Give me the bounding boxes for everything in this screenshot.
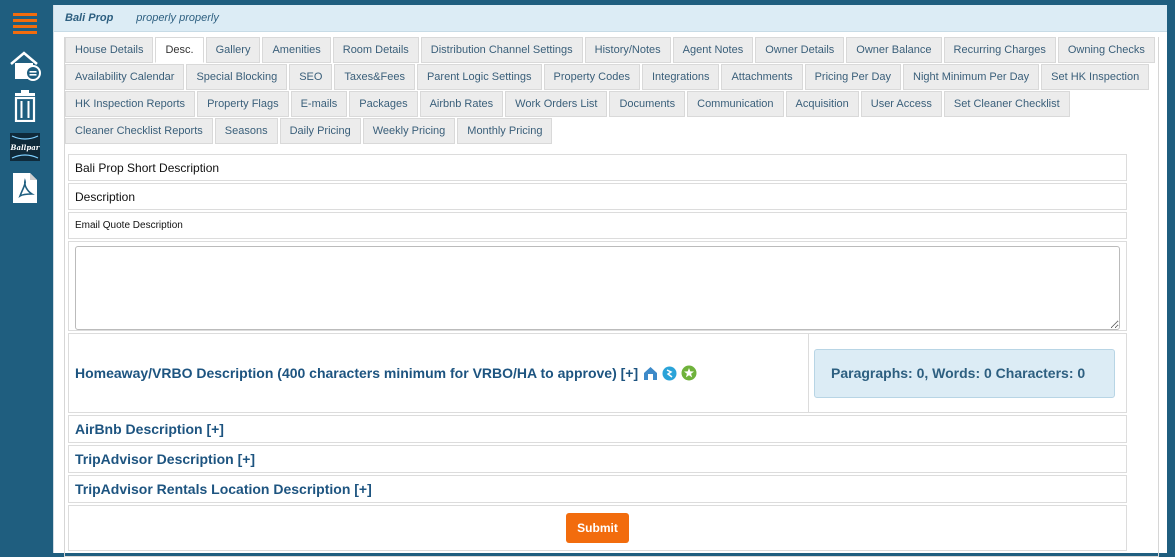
tab-agent-notes[interactable]: Agent Notes xyxy=(672,37,754,63)
tripadvisor-rentals-section[interactable]: TripAdvisor Rentals Location Description… xyxy=(68,475,1127,503)
tab-work-orders-list[interactable]: Work Orders List xyxy=(505,91,608,117)
description-panel: Bali Prop Short Description Description … xyxy=(68,154,1127,551)
tab-airbnb-rates[interactable]: Airbnb Rates xyxy=(419,91,504,117)
logo-text: Ballpar xyxy=(10,143,41,152)
vrbo-icon[interactable] xyxy=(662,366,677,381)
tab-hk-inspection-reports[interactable]: HK Inspection Reports xyxy=(65,91,196,117)
content-area: House Details Desc. Gallery Amenities Ro… xyxy=(64,37,1159,557)
vrbo-label: Homeaway/VRBO Description (400 character… xyxy=(75,365,639,381)
property-name: Bali Prop xyxy=(65,12,114,24)
email-quote-row: Email Quote Description xyxy=(68,212,1127,239)
tab-house-details[interactable]: House Details xyxy=(65,37,154,63)
tripadvisor-rentals-label: TripAdvisor Rentals Location Description… xyxy=(75,481,372,497)
tab-attachments[interactable]: Attachments xyxy=(721,64,803,90)
tripadvisor-section[interactable]: TripAdvisor Description [+] xyxy=(68,445,1127,473)
vrbo-counter-cell: Paragraphs: 0, Words: 0 Characters: 0 xyxy=(809,334,1126,412)
star-badge-icon[interactable] xyxy=(681,365,697,381)
tab-night-minimum-per-day[interactable]: Night Minimum Per Day xyxy=(903,64,1040,90)
tab-distribution-channel-settings[interactable]: Distribution Channel Settings xyxy=(420,37,583,63)
tab-monthly-pricing[interactable]: Monthly Pricing xyxy=(457,118,553,144)
tab-weekly-pricing[interactable]: Weekly Pricing xyxy=(362,118,456,144)
ballpark-logo[interactable]: Ballpar xyxy=(8,132,42,162)
description-label: Description xyxy=(75,189,136,204)
tab-e-mails[interactable]: E-mails xyxy=(290,91,348,117)
vrbo-section[interactable]: Homeaway/VRBO Description (400 character… xyxy=(69,334,809,412)
tab-recurring-charges[interactable]: Recurring Charges xyxy=(943,37,1056,63)
tab-owner-balance[interactable]: Owner Balance xyxy=(846,37,942,63)
property-subtitle: properly properly xyxy=(136,12,219,24)
tab-desc[interactable]: Desc. xyxy=(155,37,204,63)
homeaway-icon[interactable] xyxy=(643,366,658,381)
tab-seasons[interactable]: Seasons xyxy=(214,118,278,144)
submit-button[interactable]: Submit xyxy=(566,513,629,543)
email-quote-textarea[interactable] xyxy=(75,246,1120,330)
pdf-icon[interactable] xyxy=(8,172,42,204)
tripadvisor-label: TripAdvisor Description [+] xyxy=(75,451,256,467)
tab-amenities[interactable]: Amenities xyxy=(262,37,331,63)
tab-property-flags[interactable]: Property Flags xyxy=(197,91,289,117)
property-header: Bali Prop properly properly xyxy=(54,5,1167,32)
character-counter: Paragraphs: 0, Words: 0 Characters: 0 xyxy=(814,348,1115,398)
tab-set-cleaner-checklist[interactable]: Set Cleaner Checklist xyxy=(943,91,1070,117)
tab-communication[interactable]: Communication xyxy=(687,91,784,117)
tab-property-codes[interactable]: Property Codes xyxy=(543,64,640,90)
tab-special-blocking[interactable]: Special Blocking xyxy=(186,64,288,90)
home-icon[interactable] xyxy=(8,50,42,82)
tab-history-notes[interactable]: History/Notes xyxy=(584,37,671,63)
tab-packages[interactable]: Packages xyxy=(349,91,418,117)
tab-daily-pricing[interactable]: Daily Pricing xyxy=(279,118,361,144)
tab-bar: House Details Desc. Gallery Amenities Ro… xyxy=(65,37,1155,145)
tab-documents[interactable]: Documents xyxy=(609,91,686,117)
tab-gallery[interactable]: Gallery xyxy=(205,37,261,63)
tab-user-access[interactable]: User Access xyxy=(860,91,942,117)
tab-parent-logic-settings[interactable]: Parent Logic Settings xyxy=(416,64,542,90)
vrbo-row: Homeaway/VRBO Description (400 character… xyxy=(68,333,1127,413)
description-row[interactable]: Description xyxy=(68,183,1127,210)
short-description-label: Bali Prop Short Description xyxy=(75,160,220,175)
submit-row: Submit xyxy=(68,505,1127,551)
tab-acquisition[interactable]: Acquisition xyxy=(785,91,859,117)
tab-owning-checks[interactable]: Owning Checks xyxy=(1057,37,1155,63)
left-sidebar: Ballpar xyxy=(0,0,52,553)
menu-icon[interactable] xyxy=(8,12,42,34)
trash-icon[interactable] xyxy=(8,90,42,122)
tab-owner-details[interactable]: Owner Details xyxy=(755,37,845,63)
airbnb-label: AirBnb Description [+] xyxy=(75,421,224,437)
airbnb-section[interactable]: AirBnb Description [+] xyxy=(68,415,1127,443)
tab-integrations[interactable]: Integrations xyxy=(641,64,720,90)
tab-availability-calendar[interactable]: Availability Calendar xyxy=(65,64,185,90)
email-quote-wrapper xyxy=(68,241,1127,331)
tab-pricing-per-day[interactable]: Pricing Per Day xyxy=(804,64,902,90)
tab-set-hk-inspection[interactable]: Set HK Inspection xyxy=(1041,64,1150,90)
tab-room-details[interactable]: Room Details xyxy=(332,37,419,63)
email-quote-label: Email Quote Description xyxy=(75,220,183,231)
main-panel: Bali Prop properly properly House Detail… xyxy=(53,5,1167,557)
tab-taxes-fees[interactable]: Taxes&Fees xyxy=(334,64,415,90)
tab-cleaner-checklist-reports[interactable]: Cleaner Checklist Reports xyxy=(65,118,213,144)
tab-seo[interactable]: SEO xyxy=(289,64,333,90)
short-description-row[interactable]: Bali Prop Short Description xyxy=(68,154,1127,181)
